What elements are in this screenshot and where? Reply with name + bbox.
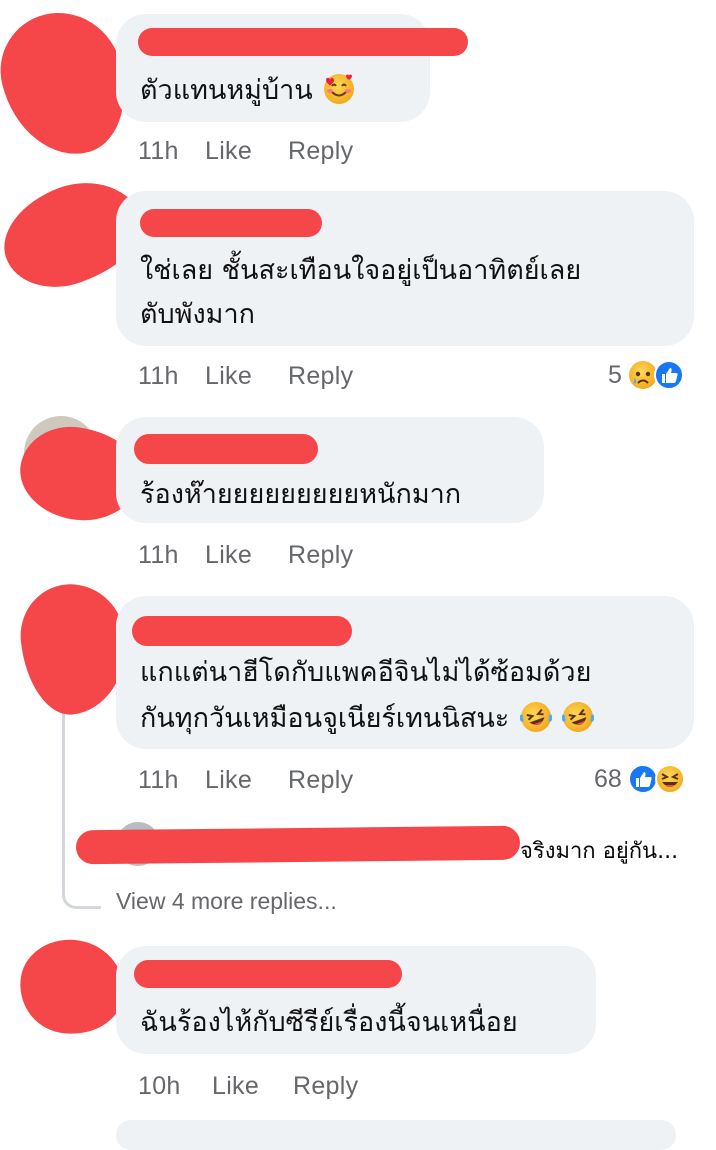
commenter-name-redaction[interactable] [138,28,468,56]
reaction-count: 68 [594,764,622,793]
comment-time[interactable]: 11h [138,541,179,570]
next-comment-bubble-partial [116,1120,676,1150]
comment-text: ร้องห๊ายยยยยยยยยหนักมาก [140,479,462,510]
comment-text-line-2: ตับพังมาก [140,299,255,330]
like-button[interactable]: Like [205,541,252,570]
reaction-summary[interactable]: 5 [608,358,684,392]
like-button[interactable]: Like [205,137,252,166]
haha-reaction-icon [654,764,685,794]
reaction-count: 5 [608,360,622,389]
reply-button[interactable]: Reply [293,1072,358,1101]
comment-text: ฉันร้องไห้กับซีรีย์เรื่องนี้จนเหนื่อย [140,1007,518,1038]
comment-time[interactable]: 11h [138,137,179,166]
reply-preview-text[interactable]: จริงมาก อยู่กัน... [520,833,678,868]
comment-text-line-1: แกแต่นาฮีโดกับแพคอีจินไม่ได้ซ้อมด้วย [140,657,592,688]
comment-text: ตัวแทนหมู่บ้าน [140,68,355,113]
like-button[interactable]: Like [205,362,252,391]
reply-button[interactable]: Reply [288,541,353,570]
like-button[interactable]: Like [205,766,252,795]
avatar-redaction [15,578,133,720]
reply-button[interactable]: Reply [288,362,353,391]
reply-name-redaction[interactable] [75,825,521,865]
like-reaction-icon [627,764,658,794]
smiling-face-with-hearts-icon [323,73,355,105]
like-button[interactable]: Like [212,1072,259,1101]
rolling-laughing-icon [562,701,595,733]
comment-time[interactable]: 11h [138,362,179,391]
comment-time[interactable]: 11h [138,766,179,795]
commenter-name-redaction[interactable] [134,960,402,988]
comment-text-line-2: กันทุกวันเหมือนจูเนียร์เทนนิสนะ [140,696,595,741]
reply-button[interactable]: Reply [288,766,353,795]
commenter-name-redaction[interactable] [132,616,352,646]
avatar-redaction [12,931,132,1043]
reply-button[interactable]: Reply [288,137,353,166]
commenter-name-redaction[interactable] [140,209,322,237]
rolling-laughing-icon [519,701,553,733]
reaction-summary[interactable]: 68 [594,762,685,796]
commenter-name-redaction[interactable] [134,434,318,464]
view-more-replies-link[interactable]: View 4 more replies... [116,888,337,915]
comment-text-line-1: ใช่เลย ชั้นสะเทือนใจอยู่เป็นอาทิตย์เลย [140,255,582,286]
like-reaction-icon [653,360,684,390]
comment-time[interactable]: 10h [138,1072,181,1101]
